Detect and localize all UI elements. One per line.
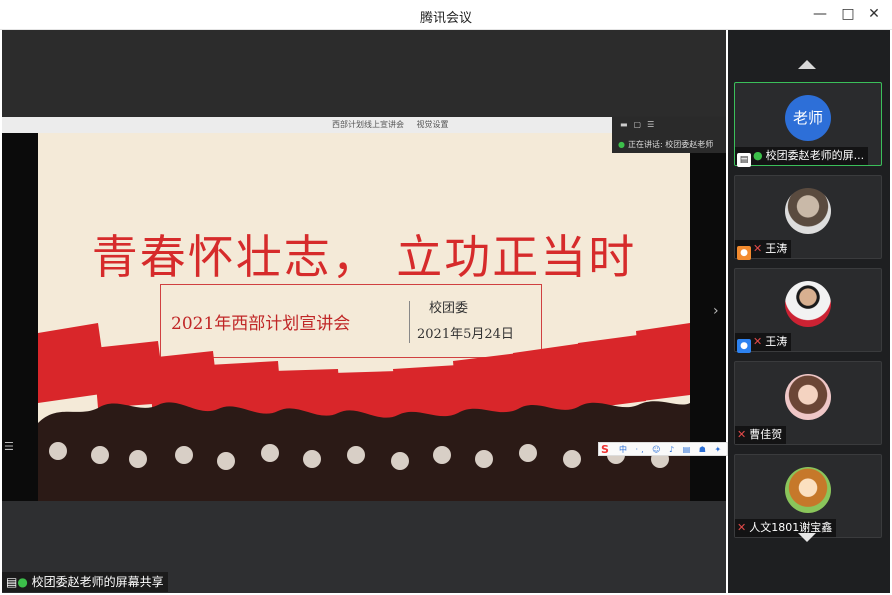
chevron-right-icon[interactable]: › bbox=[713, 303, 719, 319]
mic-on-icon: ● bbox=[17, 575, 28, 589]
participant-name-bar: ● ✕ 王涛 bbox=[735, 240, 792, 260]
close-icon[interactable]: ✕ bbox=[866, 6, 882, 22]
participant-name-bar: ✕ 曹佳贺 bbox=[735, 426, 787, 444]
mic-muted-icon: ✕ bbox=[737, 521, 747, 534]
window-title: 腾讯会议 bbox=[419, 11, 472, 26]
participant-name: 王涛 bbox=[765, 335, 788, 348]
shared-browser-bar: 西部计划线上宣讲会 视觉设置 bbox=[2, 117, 612, 133]
screen-share-icon: ▤ bbox=[6, 575, 18, 589]
avatar bbox=[785, 281, 831, 327]
avatar: 老师 bbox=[785, 95, 831, 141]
list-icon[interactable]: ☰ bbox=[4, 440, 14, 453]
screen-share-icon: ▤ bbox=[737, 153, 751, 167]
mic-muted-icon: ✕ bbox=[753, 242, 763, 255]
crowd-illustration bbox=[38, 323, 690, 501]
minimize-icon[interactable]: — bbox=[812, 6, 828, 22]
participant-name: 人文1801谢宝鑫 bbox=[749, 521, 833, 534]
title-bar: 腾讯会议 — □ ✕ bbox=[0, 0, 892, 30]
presentation-slide: 青春怀壮志， 立功正当时 2021年西部计划宣讲会 校团委 2021年5月24日 bbox=[38, 133, 690, 501]
participant-name-bar: ▤ ● 校团委赵老师的屏... bbox=[735, 147, 869, 167]
participant-name-bar: ✕ 人文1801谢宝鑫 bbox=[735, 519, 837, 537]
participant-tile[interactable]: ● ✕ 王涛 bbox=[734, 175, 882, 260]
screen-share-label: ▤● 校团委赵老师的屏幕共享 bbox=[2, 572, 168, 592]
mic-muted-icon: ✕ bbox=[753, 335, 763, 348]
participant-tile[interactable]: ✕ 人文1801谢宝鑫 bbox=[734, 454, 882, 538]
stage-top-padding bbox=[2, 30, 726, 116]
user-icon: ● bbox=[737, 246, 751, 260]
speaking-text: 正在讲话: 校团委赵老师 bbox=[627, 140, 714, 149]
participant-name: 校团委赵老师的屏... bbox=[765, 149, 865, 162]
ime-toolbar-icons: 中 ·, ☺ ♪ ▤ ☗ ✦ ⊞ bbox=[619, 445, 740, 454]
participant-name: 王涛 bbox=[765, 242, 788, 255]
scroll-up-icon[interactable] bbox=[798, 60, 816, 69]
sogou-logo-icon: S bbox=[601, 443, 609, 456]
shared-screen[interactable]: 西部计划线上宣讲会 视觉设置 青春怀壮志， 立功正当时 2021年西部计划宣讲会… bbox=[2, 117, 736, 501]
share-label-text: 校团委赵老师的屏幕共享 bbox=[31, 575, 164, 589]
avatar bbox=[785, 374, 831, 420]
participant-tile[interactable]: ✕ 曹佳贺 bbox=[734, 361, 882, 445]
participant-tile[interactable]: 老师 ▤ ● 校团委赵老师的屏... bbox=[734, 82, 882, 167]
participant-name-bar: ● ✕ 王涛 bbox=[735, 333, 792, 353]
participant-name: 曹佳贺 bbox=[749, 428, 783, 441]
shared-toolbar-icons: ▬▢☰ bbox=[620, 120, 661, 129]
scroll-down-icon[interactable] bbox=[798, 533, 816, 542]
speaking-indicator: ▬▢☰ ● 正在讲话: 校团委赵老师 bbox=[612, 117, 726, 153]
participants-panel: 老师 ▤ ● 校团委赵老师的屏... ● ✕ 王涛 ● ✕ 王涛 ✕ 曹佳贺 ✕ 人文1801谢… bbox=[728, 30, 890, 593]
browser-tab: 视觉设置 bbox=[416, 120, 449, 129]
user-icon: ● bbox=[737, 339, 751, 353]
browser-tab: 西部计划线上宣讲会 bbox=[332, 120, 404, 129]
ime-toolbar[interactable]: S 中 ·, ☺ ♪ ▤ ☗ ✦ ⊞ bbox=[598, 442, 736, 456]
mic-muted-icon: ✕ bbox=[737, 428, 747, 441]
participant-tile[interactable]: ● ✕ 王涛 bbox=[734, 268, 882, 353]
avatar bbox=[785, 467, 831, 513]
mic-on-icon: ● bbox=[618, 140, 625, 149]
maximize-icon[interactable]: □ bbox=[840, 6, 856, 22]
mic-on-icon: ● bbox=[753, 149, 763, 162]
avatar bbox=[785, 188, 831, 234]
